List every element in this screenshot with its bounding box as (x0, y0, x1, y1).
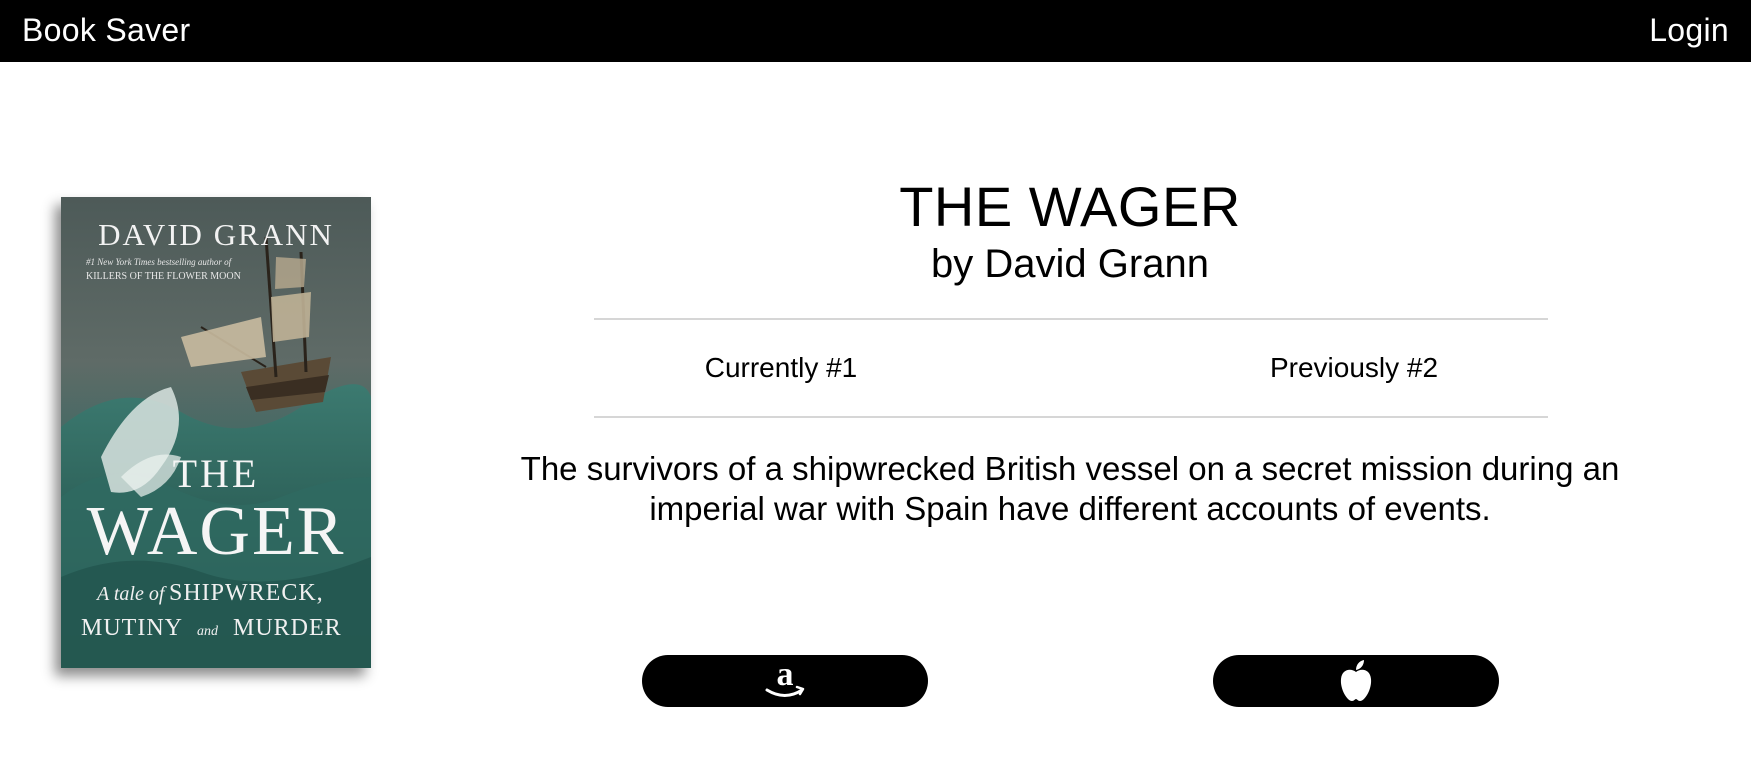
brand-link[interactable]: Book Saver (22, 12, 190, 49)
rank-current: Currently #1 (704, 352, 858, 383)
cover-title-line-1: THE (173, 451, 260, 496)
apple-icon (1340, 660, 1372, 701)
cover-subtitle-2a: MUTINY (81, 615, 183, 641)
book-cover-image: DAVID GRANN #1 New York Times bestsellin… (61, 197, 371, 668)
cover-author-text: DAVID GRANN (98, 217, 334, 252)
cover-subtitle-1a: A tale of (95, 583, 167, 605)
cover-subtitle-2c: MURDER (233, 615, 342, 641)
cover-subtitle-2b: and (197, 624, 219, 639)
amazon-icon: a (765, 659, 805, 697)
divider-bottom (594, 416, 1548, 418)
rank-previous: Previously #2 (1269, 352, 1439, 383)
book-description: The survivors of a shipwrecked British v… (520, 450, 1620, 527)
top-navbar: Book Saver Login (0, 0, 1751, 62)
amazon-buy-button[interactable]: a (642, 655, 928, 707)
cover-tagline-2: KILLERS OF THE FLOWER MOON (86, 271, 241, 282)
login-link[interactable]: Login (1649, 12, 1729, 49)
book-author: by David Grann (931, 242, 1209, 286)
cover-subtitle-1b: SHIPWRECK, (169, 580, 324, 606)
divider-top (594, 318, 1548, 320)
apple-books-button[interactable] (1213, 655, 1499, 707)
cover-title-line-2: WAGER (87, 493, 346, 570)
cover-tagline-1: #1 New York Times bestselling author of (86, 257, 233, 267)
book-title: THE WAGER (899, 175, 1241, 238)
svg-text:a: a (777, 659, 794, 693)
